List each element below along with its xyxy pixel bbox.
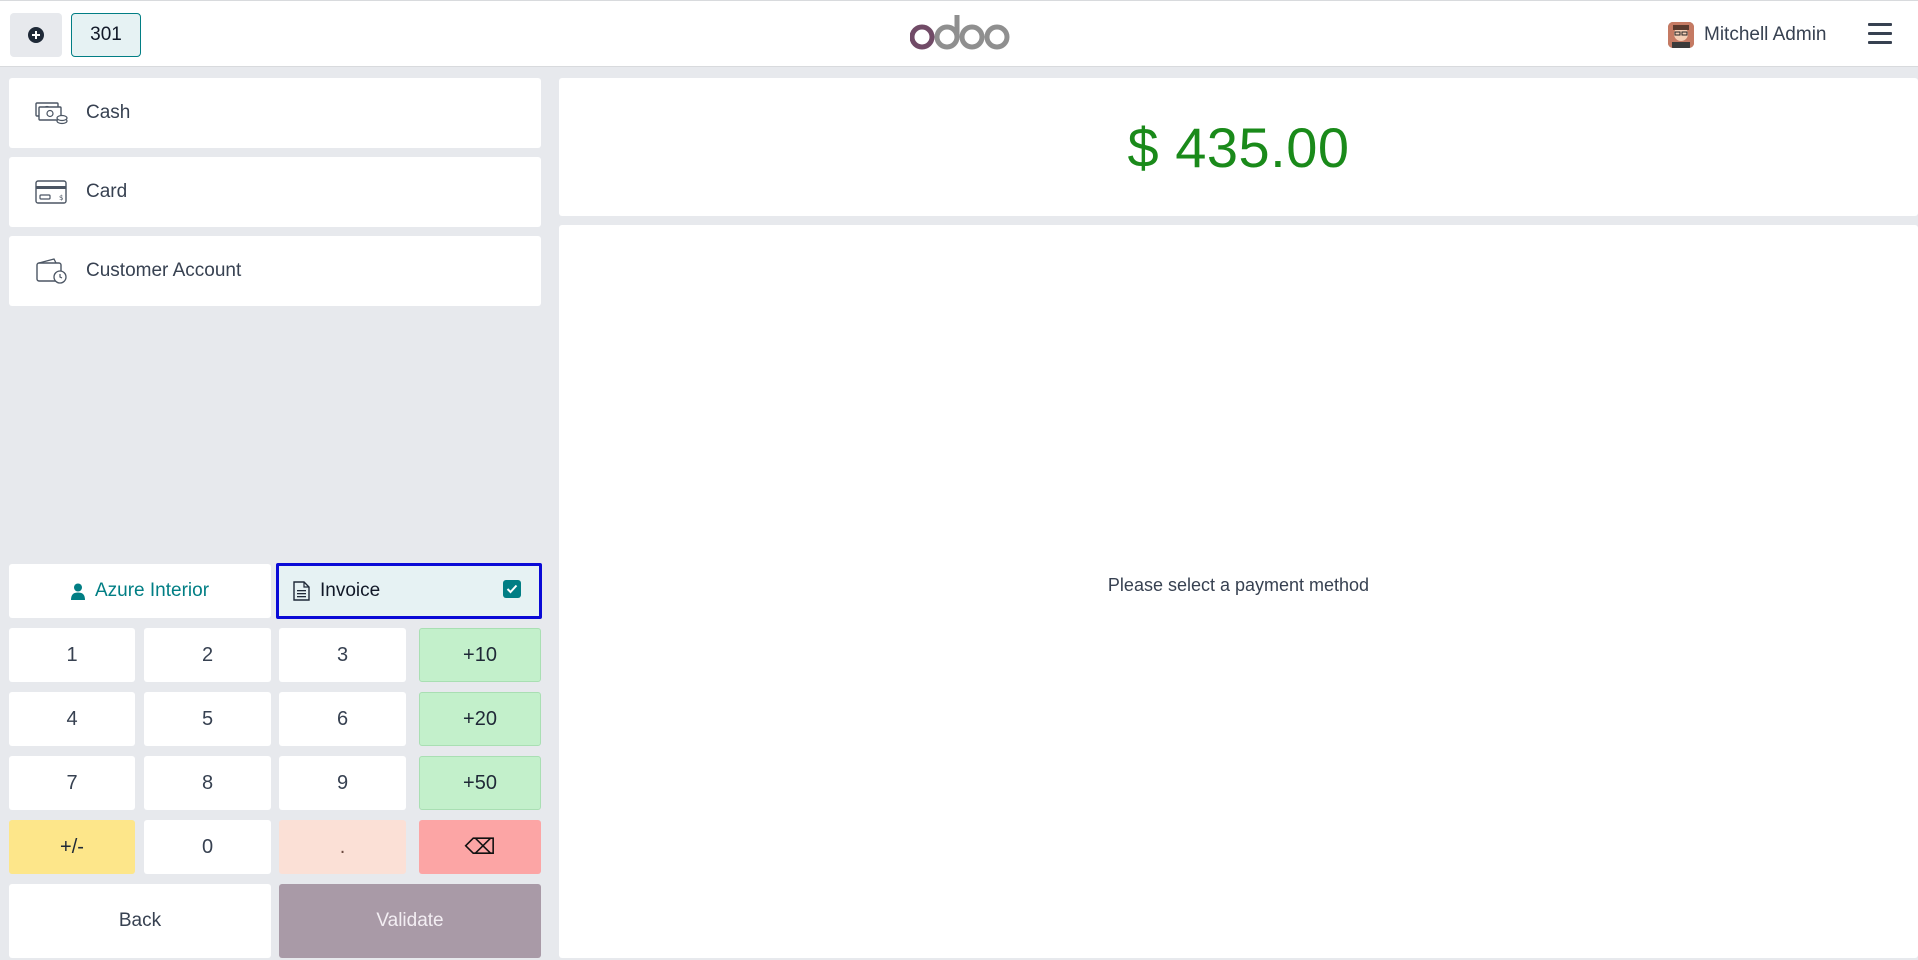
hamburger-menu-icon[interactable] (1868, 23, 1892, 45)
numpad-key-1[interactable]: 1 (9, 628, 135, 682)
total-amount: $ 435.00 (1127, 115, 1350, 179)
payment-method-card[interactable]: $ Card (9, 157, 541, 227)
payment-method-cash[interactable]: Cash (9, 78, 541, 148)
numpad-key-9[interactable]: 9 (279, 756, 406, 810)
numpad-key-7[interactable]: 7 (9, 756, 135, 810)
invoice-toggle-button[interactable]: Invoice (276, 563, 542, 619)
numpad-key-plus-10[interactable]: +10 (419, 628, 541, 682)
payment-method-customer-account[interactable]: Customer Account (9, 236, 541, 306)
numpad-key-2[interactable]: 2 (144, 628, 271, 682)
avatar (1668, 22, 1694, 48)
numpad-key-decimal[interactable]: . (279, 820, 406, 874)
new-order-button[interactable] (10, 13, 62, 57)
document-icon (293, 581, 310, 601)
checkmark-icon (506, 584, 518, 594)
numpad-key-4[interactable]: 4 (9, 692, 135, 746)
numpad-key-plus-20[interactable]: +20 (419, 692, 541, 746)
top-bar: 301 Mitchell Admin (0, 0, 1918, 67)
numpad-key-0[interactable]: 0 (144, 820, 271, 874)
numpad-key-5[interactable]: 5 (144, 692, 271, 746)
customer-name: Azure Interior (94, 580, 210, 601)
odoo-logo (910, 15, 1010, 50)
cash-icon (35, 102, 68, 125)
numpad-key-sign-toggle[interactable]: +/- (9, 820, 135, 874)
numpad-key-3[interactable]: 3 (279, 628, 406, 682)
order-tab-button[interactable]: 301 (71, 13, 141, 57)
customer-button[interactable]: Azure Interior (9, 564, 271, 618)
invoice-checkbox[interactable] (503, 580, 521, 598)
plus-circle-icon (28, 27, 44, 43)
user-name: Mitchell Admin (1704, 24, 1827, 45)
wallet-clock-icon (36, 258, 67, 284)
card-icon: $ (35, 180, 67, 204)
user-menu[interactable]: Mitchell Admin (1668, 21, 1827, 49)
invoice-label: Invoice (320, 580, 381, 601)
user-icon (70, 583, 85, 600)
payment-method-label: Customer Account (86, 260, 242, 281)
numpad-key-8[interactable]: 8 (144, 756, 271, 810)
numpad-backspace-key[interactable]: ⌫ (419, 820, 541, 874)
payment-hint-text: Please select a payment method (1107, 575, 1370, 595)
numpad-key-6[interactable]: 6 (279, 692, 406, 746)
validate-button[interactable]: Validate (279, 884, 541, 958)
payment-method-label: Card (86, 181, 128, 202)
svg-text:$: $ (59, 194, 63, 202)
back-button[interactable]: Back (9, 884, 271, 958)
order-number: 301 (90, 24, 122, 45)
numpad-key-plus-50[interactable]: +50 (419, 756, 541, 810)
payment-method-label: Cash (86, 102, 131, 123)
payment-total-panel: $ 435.00 (559, 78, 1918, 216)
payment-lines-panel: Please select a payment method (559, 225, 1918, 958)
